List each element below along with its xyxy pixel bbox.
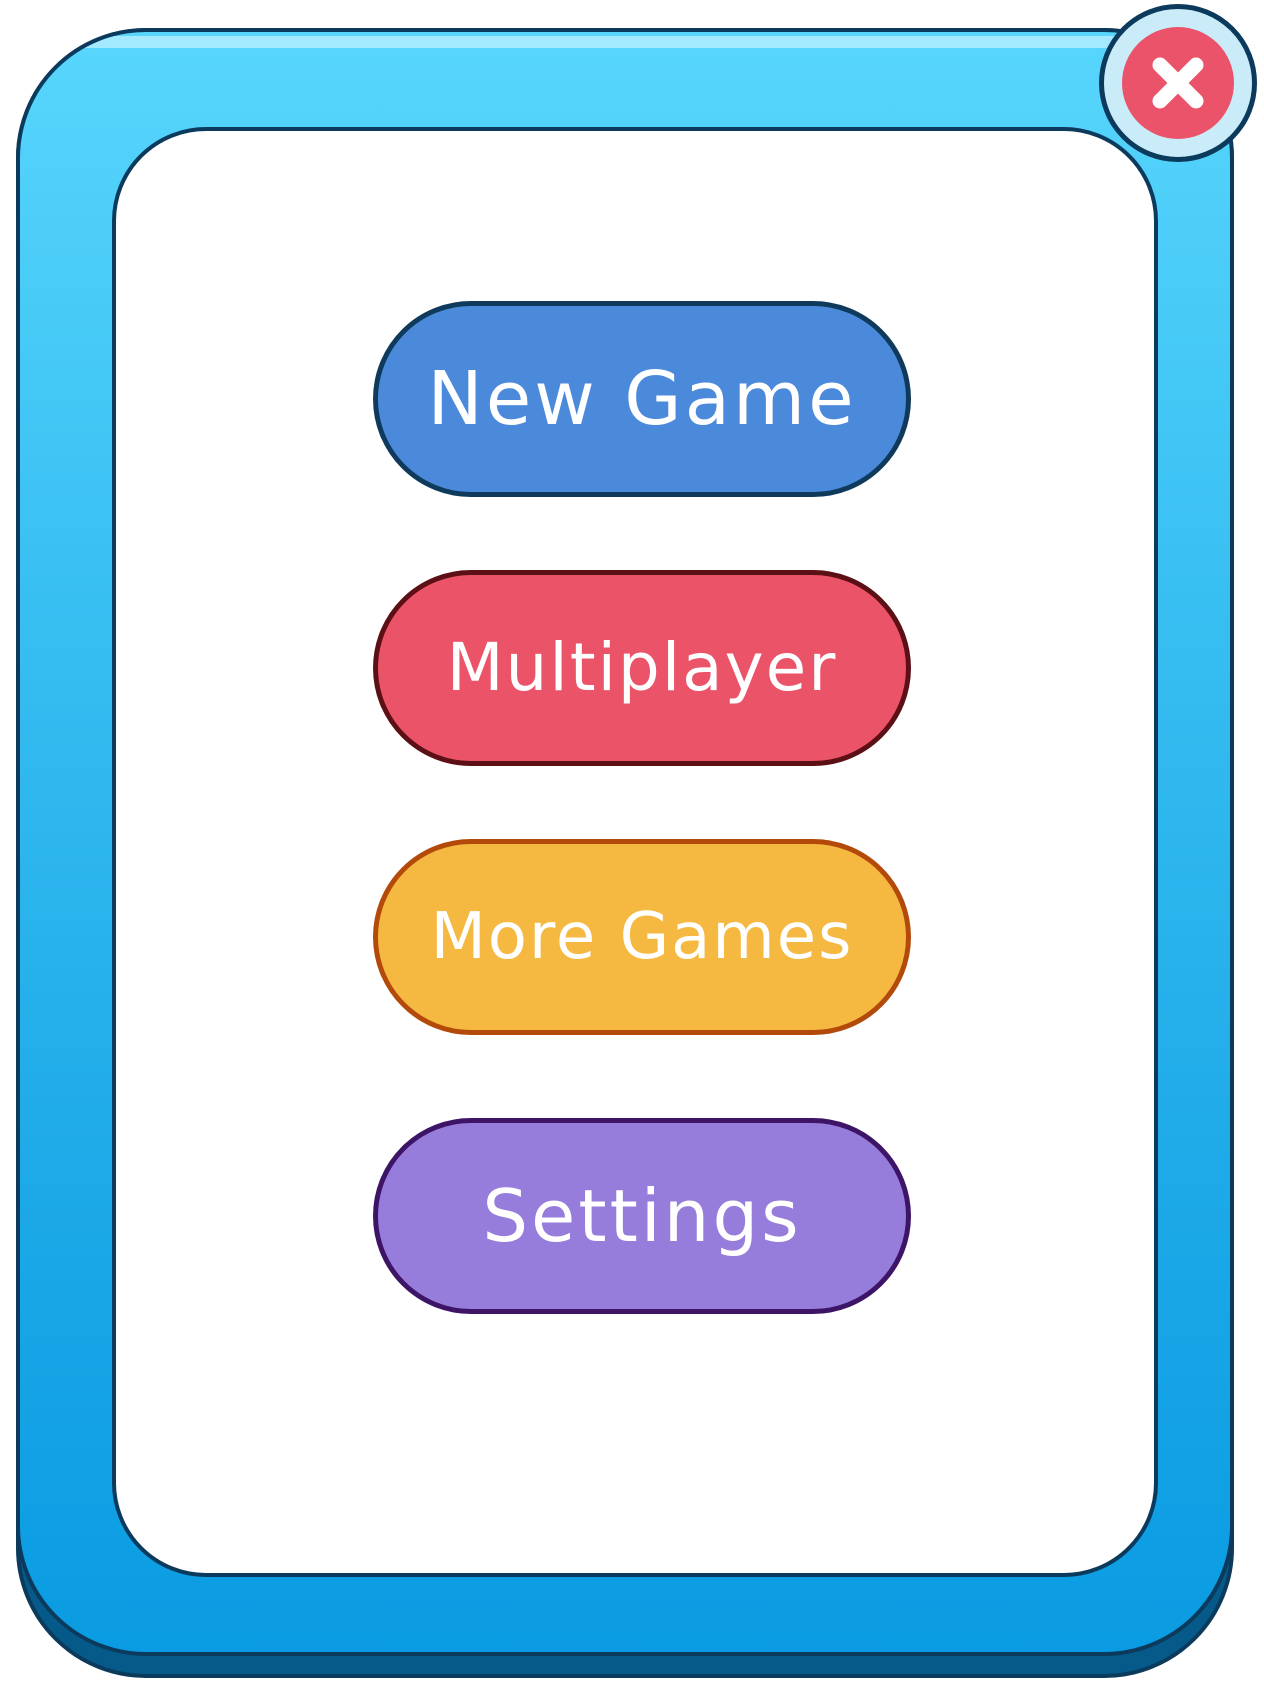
multiplayer-label: Multiplayer [446,629,838,706]
more-games-button[interactable]: More Games [373,839,911,1035]
close-icon [1152,57,1204,109]
more-games-label: More Games [430,900,854,974]
settings-button[interactable]: Settings [373,1118,911,1314]
new-game-button[interactable]: New Game [373,301,911,497]
window-highlight [26,36,1224,48]
new-game-label: New Game [427,356,857,442]
close-button[interactable] [1099,4,1257,162]
settings-label: Settings [482,1174,802,1258]
close-button-face [1122,27,1234,139]
multiplayer-button[interactable]: Multiplayer [373,570,911,766]
